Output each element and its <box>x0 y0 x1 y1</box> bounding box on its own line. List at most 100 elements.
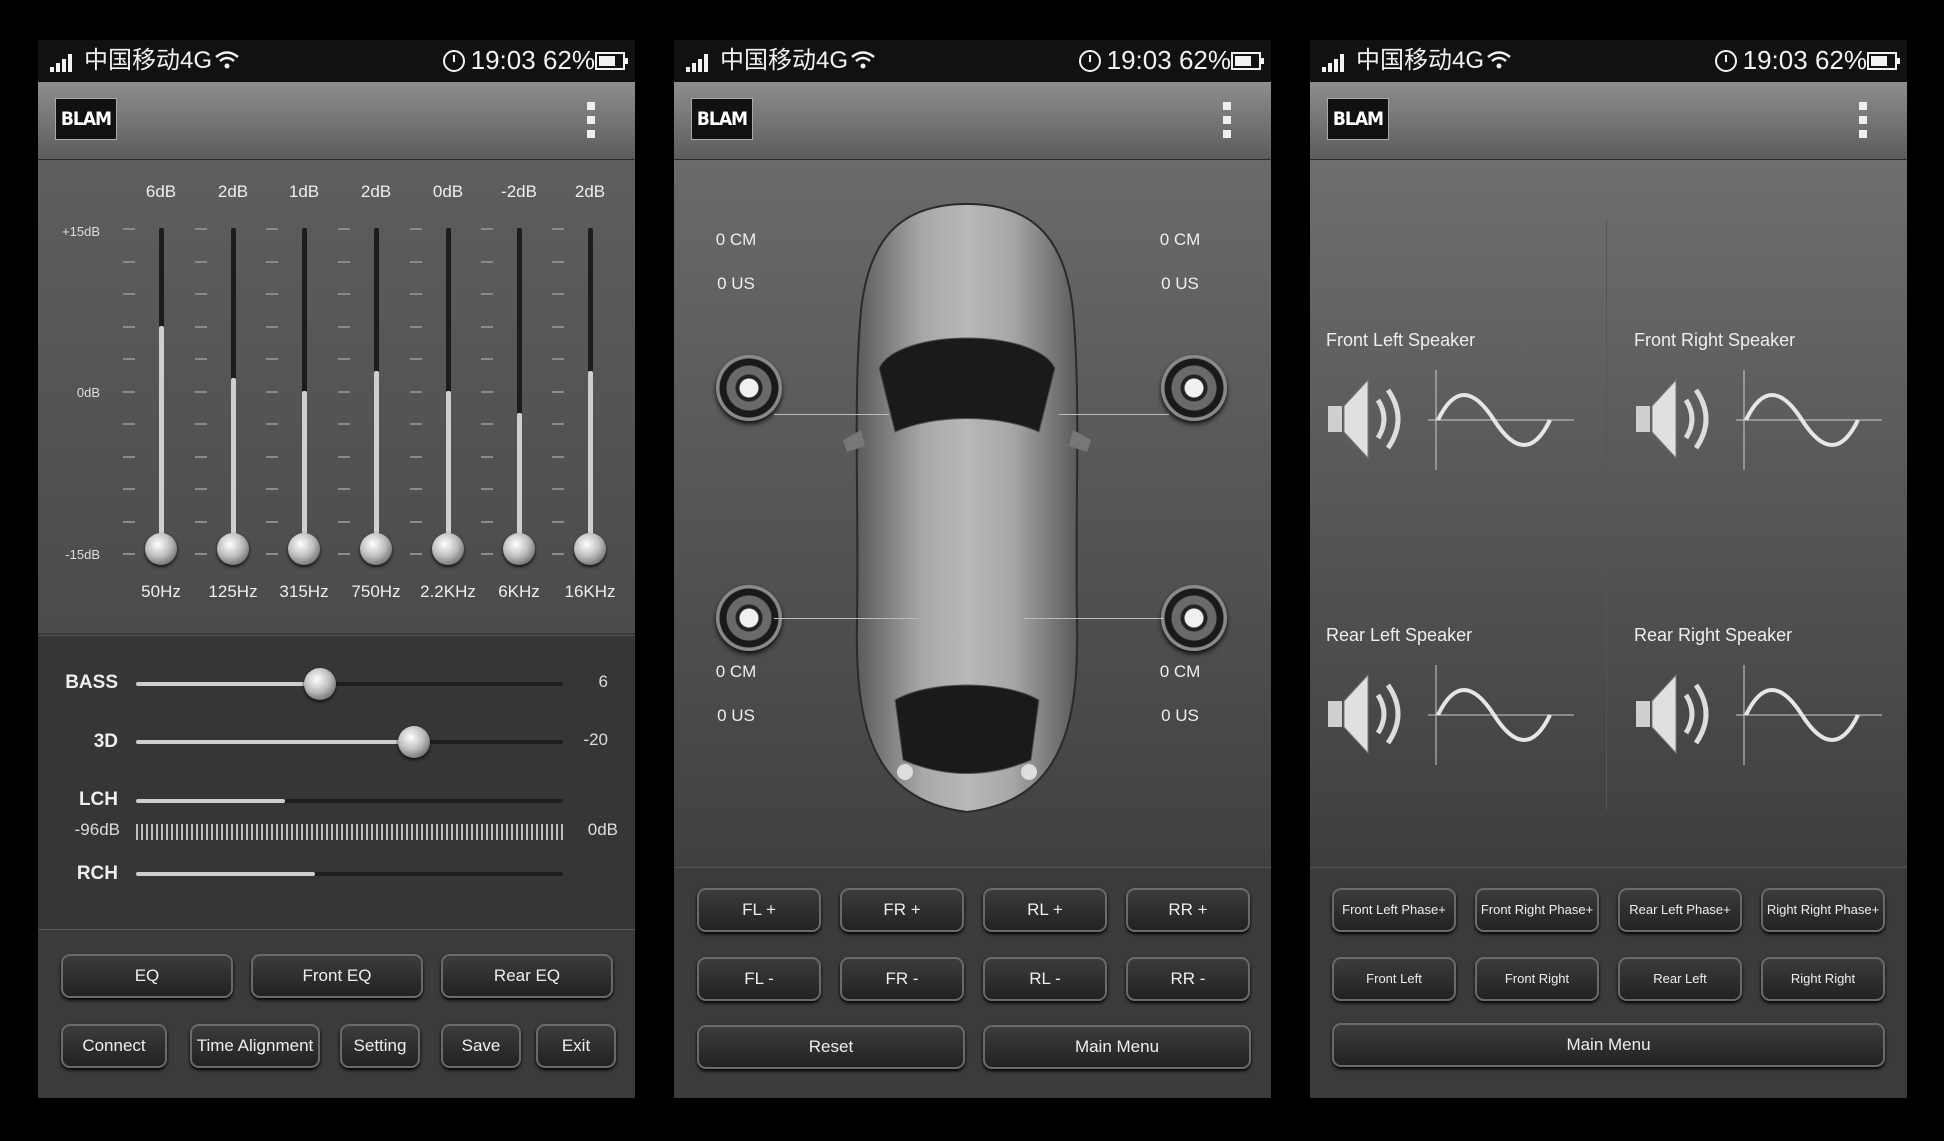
eq-scale-tick <box>552 488 564 490</box>
alarm-icon <box>442 50 465 72</box>
eq-band-slider[interactable] <box>517 228 522 553</box>
signal-icon <box>686 54 710 72</box>
eq-scale-tick <box>123 455 135 458</box>
rear-eq-button[interactable]: Rear EQ <box>441 954 613 998</box>
eq-button[interactable]: EQ <box>61 954 233 998</box>
db-scale-top: +15dB <box>62 224 100 239</box>
eq-scale-tick <box>195 293 207 295</box>
clock-time: 19:03 <box>1742 45 1808 75</box>
front-right-speaker-icon <box>1632 370 1902 485</box>
rl-distance: 0 CM <box>715 662 757 681</box>
rear-right-speaker-title: Rear Right Speaker <box>1634 625 1793 645</box>
bass-label: BASS <box>65 672 118 693</box>
eq-scale-tick <box>266 293 278 295</box>
eq-scale-tick <box>410 358 422 360</box>
status-bar: 中国移动4G 19:03 62% <box>674 40 1271 82</box>
bass-slider[interactable] <box>136 682 563 686</box>
eq-band-handle[interactable] <box>288 533 320 565</box>
eq-scale-tick <box>123 520 135 523</box>
front-eq-button[interactable]: Front EQ <box>251 954 423 998</box>
alarm-icon <box>1078 50 1101 72</box>
eq-scale-tick <box>552 390 564 393</box>
exit-button[interactable]: Exit <box>536 1024 616 1068</box>
rr-plus-button[interactable]: RR + <box>1126 888 1250 932</box>
eq-band-handle[interactable] <box>432 533 464 565</box>
eq-band-slider[interactable] <box>374 228 379 553</box>
rch-level-bar[interactable] <box>136 872 563 876</box>
eq-band-gain: 6dB <box>145 182 177 201</box>
rl-minus-button[interactable]: RL - <box>983 957 1107 1001</box>
right-right-phase-button[interactable]: Right Right Phase+ <box>1761 888 1885 932</box>
reset-button[interactable]: Reset <box>697 1025 965 1069</box>
eq-scale-tick <box>410 520 422 523</box>
right-right-button[interactable]: Right Right <box>1761 957 1885 1001</box>
time-alignment-button[interactable]: Time Alignment <box>190 1024 320 1068</box>
eq-scale-tick <box>410 260 422 263</box>
tone-controls: BASS 6 3D -20 LCH -96dB 0dB RCH <box>38 635 635 931</box>
eq-scale-tick <box>195 390 207 393</box>
3d-slider-handle[interactable] <box>397 726 430 758</box>
speaker-wave-icon <box>1328 370 1574 470</box>
eq-band-slider[interactable] <box>302 228 307 553</box>
eq-band-handle[interactable] <box>145 533 177 565</box>
eq-band-handle[interactable] <box>217 533 249 565</box>
eq-scale-tick <box>552 520 564 523</box>
eq-band-gain: 1dB <box>288 182 320 201</box>
lch-level-bar[interactable] <box>136 799 563 803</box>
eq-scale-tick <box>266 358 278 360</box>
eq-scale-tick <box>266 423 278 425</box>
eq-band-slider[interactable] <box>231 228 236 553</box>
eq-scale-tick <box>552 455 564 458</box>
fr-wire <box>1059 414 1169 415</box>
eq-scale-tick <box>481 390 493 393</box>
eq-scale-tick <box>123 228 135 230</box>
front-left-phase-button[interactable]: Front Left Phase+ <box>1332 888 1456 932</box>
rear-left-button[interactable]: Rear Left <box>1618 957 1742 1001</box>
rr-minus-button[interactable]: RR - <box>1126 957 1250 1001</box>
rear-right-speaker-icon <box>1632 665 1902 780</box>
blam-logo: BLAM <box>1327 98 1389 140</box>
eq-band-slider[interactable] <box>588 228 593 553</box>
setting-button[interactable]: Setting <box>340 1024 420 1068</box>
save-button[interactable]: Save <box>441 1024 521 1068</box>
rl-plus-button[interactable]: RL + <box>983 888 1107 932</box>
overflow-menu-icon[interactable] <box>587 102 597 138</box>
front-right-phase-button[interactable]: Front Right Phase+ <box>1475 888 1599 932</box>
eq-band-level <box>159 325 164 553</box>
eq-scale-tick <box>266 455 278 458</box>
eq-band-frequency: 315Hz <box>279 582 329 601</box>
eq-band-slider[interactable] <box>159 228 164 553</box>
front-left-button[interactable]: Front Left <box>1332 957 1456 1001</box>
status-bar: 中国移动4G 19:03 62% <box>38 40 635 82</box>
bottom-toolbar: EQ Front EQ Rear EQ Connect Time Alignme… <box>38 929 635 1098</box>
fr-plus-button[interactable]: FR + <box>840 888 964 932</box>
eq-band-handle[interactable] <box>574 533 606 565</box>
range-min-label: -96dB <box>74 820 120 839</box>
3d-slider[interactable] <box>136 740 563 744</box>
overflow-menu-icon[interactable] <box>1223 102 1233 138</box>
fr-minus-button[interactable]: FR - <box>840 957 964 1001</box>
overflow-menu-icon[interactable] <box>1859 102 1869 138</box>
fl-distance: 0 CM <box>715 230 757 249</box>
eq-scale-tick <box>266 260 278 263</box>
bass-slider-handle[interactable] <box>303 668 336 700</box>
front-right-speaker-title: Front Right Speaker <box>1634 330 1796 350</box>
eq-scale-tick <box>338 553 350 555</box>
connect-button[interactable]: Connect <box>61 1024 167 1068</box>
3d-value: -20 <box>583 730 608 749</box>
fl-minus-button[interactable]: FL - <box>697 957 821 1001</box>
eq-band-level <box>588 371 593 553</box>
phase-screen: 中国移动4G 19:03 62% BLAM Front Left Speaker… <box>1310 40 1907 1098</box>
fl-plus-button[interactable]: FL + <box>697 888 821 932</box>
eq-band-slider[interactable] <box>446 228 451 553</box>
eq-scale-tick <box>481 260 493 263</box>
main-menu-button[interactable]: Main Menu <box>1332 1023 1885 1067</box>
car-speaker-layout: 0 CM 0 US 0 CM 0 US 0 CM 0 US 0 CM 0 US <box>674 160 1271 867</box>
main-menu-button[interactable]: Main Menu <box>983 1025 1251 1069</box>
rear-left-speaker-icon <box>1324 665 1594 780</box>
rch-label: RCH <box>76 863 118 884</box>
eq-band-handle[interactable] <box>360 533 392 565</box>
eq-band-handle[interactable] <box>503 533 535 565</box>
front-right-button[interactable]: Front Right <box>1475 957 1599 1001</box>
rear-left-phase-button[interactable]: Rear Left Phase+ <box>1618 888 1742 932</box>
